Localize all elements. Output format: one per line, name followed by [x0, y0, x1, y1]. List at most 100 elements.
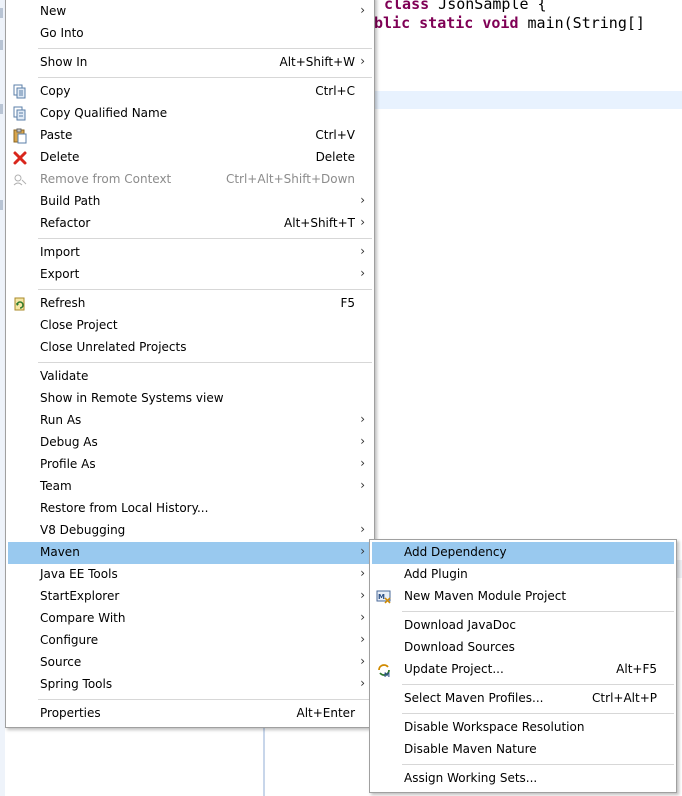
menu-item-properties[interactable]: Properties Alt+Enter [8, 703, 372, 725]
project-context-menu: New › Go Into Show In Alt+Shift+W › Copy… [5, 0, 375, 728]
submenu-arrow-icon: › [360, 478, 365, 492]
code-text: JsonSample { [429, 0, 547, 13]
menu-item-source[interactable]: Source › [8, 652, 372, 674]
menu-item-select-maven-profiles[interactable]: Select Maven Profiles... Ctrl+Alt+P [372, 688, 674, 710]
menu-item-copy[interactable]: Copy Ctrl+C [8, 81, 372, 103]
menu-item-label: New Maven Module Project [404, 589, 567, 603]
menu-item-profile-as[interactable]: Profile As › [8, 454, 372, 476]
menu-separator [402, 684, 674, 685]
menu-item-label: Close Unrelated Projects [40, 340, 187, 354]
menu-item-disable-maven-nature[interactable]: Disable Maven Nature [372, 739, 674, 761]
menu-item-add-dependency[interactable]: Add Dependency [372, 542, 674, 564]
tree-marker [0, 104, 3, 114]
menu-item-shortcut: F5 [340, 296, 355, 310]
menu-item-delete[interactable]: Delete Delete [8, 147, 372, 169]
menu-item-show-in[interactable]: Show In Alt+Shift+W › [8, 52, 372, 74]
menu-item-close-unrelated-projects[interactable]: Close Unrelated Projects [8, 337, 372, 359]
menu-item-new-maven-module-project[interactable]: M New Maven Module Project [372, 586, 674, 608]
menu-item-label: Assign Working Sets... [404, 771, 538, 785]
menu-item-label: Validate [40, 369, 89, 383]
menu-item-team[interactable]: Team › [8, 476, 372, 498]
menu-item-label: Close Project [40, 318, 118, 332]
menu-item-spring-tools[interactable]: Spring Tools › [8, 674, 372, 696]
menu-item-validate[interactable]: Validate [8, 366, 372, 388]
menu-item-refactor[interactable]: Refactor Alt+Shift+T › [8, 213, 372, 235]
menu-item-label: Download JavaDoc [404, 618, 516, 632]
menu-separator [38, 77, 372, 78]
menu-item-show-in-remote-systems[interactable]: Show in Remote Systems view [8, 388, 372, 410]
menu-item-label: Update Project... [404, 662, 504, 676]
menu-item-label: StartExplorer [40, 589, 120, 603]
menu-item-compare-with[interactable]: Compare With › [8, 608, 372, 630]
menu-item-restore-local-history[interactable]: Restore from Local History... [8, 498, 372, 520]
menu-separator [38, 238, 372, 239]
menu-item-maven[interactable]: Maven › [8, 542, 372, 564]
menu-item-label: Java EE Tools [40, 567, 118, 581]
menu-item-assign-working-sets[interactable]: Assign Working Sets... [372, 768, 674, 790]
menu-item-label: Disable Maven Nature [404, 742, 537, 756]
paste-icon [12, 128, 28, 144]
code-line-class-decl: class JsonSample { [384, 0, 547, 13]
menu-item-label: Properties [40, 706, 101, 720]
delete-icon [12, 150, 28, 166]
menu-item-new[interactable]: New › [8, 1, 372, 23]
menu-item-label: Copy [40, 84, 71, 98]
menu-item-refresh[interactable]: Refresh F5 [8, 293, 372, 315]
menu-item-label: Show In [40, 55, 88, 69]
menu-item-label: Paste [40, 128, 73, 142]
menu-item-download-sources[interactable]: Download Sources [372, 637, 674, 659]
menu-item-shortcut: Ctrl+V [315, 128, 355, 142]
menu-item-copy-qualified-name[interactable]: Copy Qualified Name [8, 103, 372, 125]
menu-separator [38, 362, 372, 363]
menu-item-import[interactable]: Import › [8, 242, 372, 264]
submenu-arrow-icon: › [360, 522, 365, 536]
menu-item-go-into[interactable]: Go Into [8, 23, 372, 45]
menu-item-label: Source [40, 655, 82, 669]
menu-item-label: Profile As [40, 457, 96, 471]
submenu-arrow-icon: › [360, 244, 365, 258]
menu-item-shortcut: Ctrl+C [315, 84, 355, 98]
menu-item-label: Download Sources [404, 640, 515, 654]
menu-item-shortcut: Ctrl+Alt+Shift+Down [225, 172, 355, 186]
menu-item-label: Configure [40, 633, 99, 647]
submenu-arrow-icon: › [360, 456, 365, 470]
menu-item-label: Import [40, 245, 80, 259]
menu-item-update-project[interactable]: M Update Project... Alt+F5 [372, 659, 674, 681]
code-keyword: class [384, 0, 430, 13]
menu-item-label: Team [40, 479, 72, 493]
menu-item-build-path[interactable]: Build Path › [8, 191, 372, 213]
menu-item-label: Add Plugin [404, 567, 468, 581]
menu-item-add-plugin[interactable]: Add Plugin [372, 564, 674, 586]
code-text: main(String[] [518, 14, 645, 32]
menu-separator [38, 48, 372, 49]
submenu-arrow-icon: › [360, 588, 365, 602]
menu-separator [402, 713, 674, 714]
submenu-arrow-icon: › [360, 566, 365, 580]
maven-submenu: Add Dependency Add Plugin M New Maven Mo… [369, 539, 677, 793]
menu-item-close-project[interactable]: Close Project [8, 315, 372, 337]
menu-item-configure[interactable]: Configure › [8, 630, 372, 652]
menu-item-download-javadoc[interactable]: Download JavaDoc [372, 615, 674, 637]
menu-item-run-as[interactable]: Run As › [8, 410, 372, 432]
menu-item-java-ee-tools[interactable]: Java EE Tools › [8, 564, 372, 586]
menu-item-label: Spring Tools [40, 677, 113, 691]
menu-item-label: Run As [40, 413, 82, 427]
submenu-arrow-icon: › [360, 215, 365, 229]
menu-item-disable-workspace-resolution[interactable]: Disable Workspace Resolution [372, 717, 674, 739]
maven-module-icon: M [376, 589, 392, 605]
tree-marker [0, 40, 3, 50]
menu-item-shortcut: Alt+F5 [616, 662, 657, 676]
svg-text:M: M [378, 593, 385, 601]
current-line-highlight [372, 91, 682, 109]
submenu-arrow-icon: › [360, 434, 365, 448]
menu-item-startexplorer[interactable]: StartExplorer › [8, 586, 372, 608]
menu-item-paste[interactable]: Paste Ctrl+V [8, 125, 372, 147]
submenu-arrow-icon: › [360, 632, 365, 646]
menu-item-shortcut: Alt+Enter [296, 706, 355, 720]
menu-item-v8-debugging[interactable]: V8 Debugging › [8, 520, 372, 542]
menu-item-label: Copy Qualified Name [40, 106, 168, 120]
code-keyword: static [419, 14, 474, 32]
menu-item-debug-as[interactable]: Debug As › [8, 432, 372, 454]
menu-item-label: Build Path [40, 194, 101, 208]
menu-item-export[interactable]: Export › [8, 264, 372, 286]
